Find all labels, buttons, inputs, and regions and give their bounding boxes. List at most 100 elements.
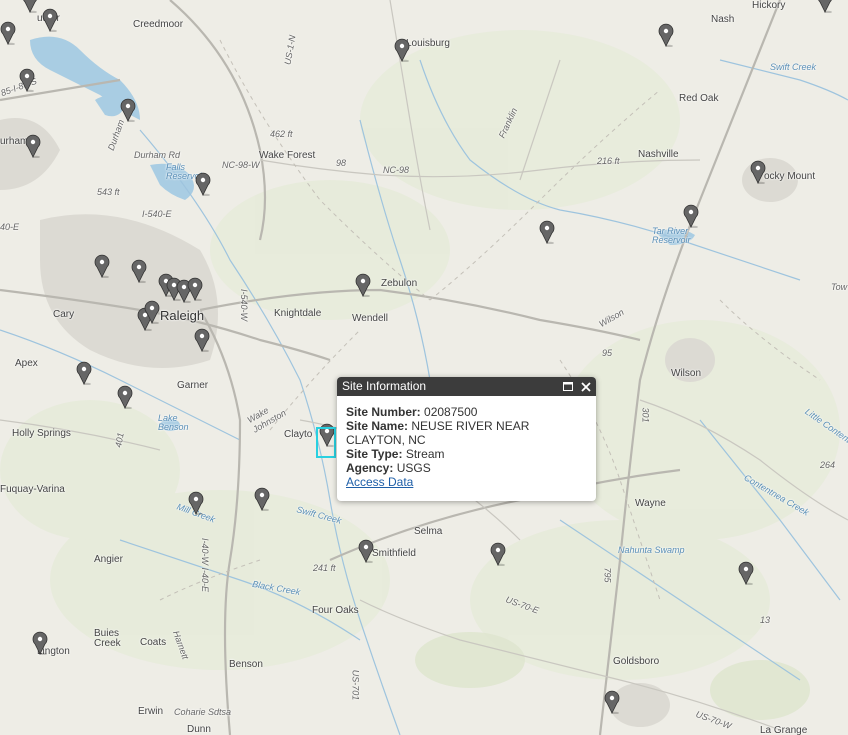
road-nc98: NC-98 (383, 165, 410, 175)
road-13: 13 (760, 615, 771, 625)
road-301: 301 (640, 407, 651, 423)
place-holly-springs: Holly Springs (12, 428, 71, 439)
elev-241: 241 ft (313, 563, 336, 573)
place-four-oaks: Four Oaks (312, 605, 359, 616)
road-40e: 40-E (0, 222, 20, 232)
field-label: Site Type: (346, 447, 403, 461)
field-agency: Agency: USGS (346, 461, 587, 475)
road-nc98w: NC-98-W (222, 160, 260, 170)
road-264: 264 (820, 460, 836, 470)
place-garner: Garner (177, 380, 209, 391)
site-marker-icon[interactable] (187, 277, 203, 301)
site-marker-icon[interactable] (604, 690, 620, 714)
field-value: USGS (396, 461, 431, 475)
site-marker-icon[interactable] (188, 491, 204, 515)
road-durham-rd: Durham Rd (134, 150, 181, 160)
popup-title: Site Information (342, 379, 427, 393)
place-wilson: Wilson (671, 368, 702, 379)
label-tow: Tow (831, 282, 848, 292)
site-marker-icon[interactable] (19, 68, 35, 92)
elev-462: 462 ft (270, 129, 293, 139)
site-marker-icon[interactable] (0, 21, 16, 45)
place-creedmoor: Creedmoor (133, 19, 184, 30)
place-apex: Apex (15, 358, 38, 369)
site-marker-icon[interactable] (120, 98, 136, 122)
place-nash: Nash (711, 14, 735, 25)
place-hickory: Hickory (752, 0, 786, 11)
place-fuquay-varina: Fuquay-Varina (0, 484, 65, 495)
site-marker-icon[interactable] (394, 38, 410, 62)
popup-header: Site Information (337, 377, 596, 396)
place-cary: Cary (53, 309, 75, 320)
elev-216: 216 ft (597, 156, 620, 166)
place-wendell: Wendell (352, 313, 388, 324)
site-marker-icon[interactable] (817, 0, 833, 13)
place-angier: Angier (94, 554, 123, 565)
site-info-popup: Site Information Site Number: 02087500 S… (337, 377, 596, 501)
field-label: Site Name: (346, 419, 409, 433)
place-louisburg: Louisburg (406, 38, 450, 49)
site-marker-icon[interactable] (76, 361, 92, 385)
place-la-grange: La Grange (760, 725, 808, 735)
maximize-icon[interactable] (562, 377, 574, 396)
place-clayton: Clayto (284, 429, 313, 440)
place-rocky-mount: ocky Mount (764, 171, 816, 182)
site-marker-icon[interactable] (750, 160, 766, 184)
road-us701: US-701 (350, 669, 361, 701)
place-buies-creek: Buies Creek (94, 628, 121, 649)
site-marker-icon[interactable] (131, 259, 147, 283)
site-marker-icon[interactable] (32, 631, 48, 655)
place-selma: Selma (414, 526, 443, 537)
site-marker-icon[interactable] (490, 542, 506, 566)
site-marker-icon[interactable] (195, 172, 211, 196)
site-marker-icon[interactable] (144, 300, 160, 324)
map-view[interactable]: utner Creedmoor Louisburg Hickory Nash R… (0, 0, 848, 735)
place-nashville: Nashville (638, 149, 679, 160)
site-marker-icon[interactable] (25, 134, 41, 158)
site-marker-icon[interactable] (539, 220, 555, 244)
field-label: Agency: (346, 461, 394, 475)
site-marker-icon[interactable] (358, 539, 374, 563)
road-i540w: I-540-W (239, 288, 250, 322)
road-i540e: I-540-E (142, 209, 172, 219)
place-coharie: Coharie Sdtsa (174, 707, 232, 717)
field-value: Stream (405, 447, 445, 461)
road-795: 795 (602, 567, 613, 583)
place-erwin: Erwin (138, 706, 164, 717)
access-data-link[interactable]: Access Data (346, 475, 413, 489)
water-swift-creek-ne: Swift Creek (770, 62, 817, 72)
field-label: Site Number: (346, 405, 421, 419)
road-98: 98 (336, 158, 347, 168)
place-smithfield: Smithfield (372, 548, 416, 559)
field-site-name: Site Name: NEUSE RIVER NEAR CLAYTON, NC (346, 419, 587, 447)
place-goldsboro: Goldsboro (613, 656, 660, 667)
place-red-oak: Red Oak (679, 93, 719, 104)
place-wake-forest: Wake Forest (259, 150, 316, 161)
road-95: 95 (602, 348, 613, 358)
water-tar-river: Tar River Reservoir (652, 226, 691, 245)
site-marker-icon[interactable] (738, 561, 754, 585)
field-value: 02087500 (424, 405, 478, 419)
place-benson: Benson (229, 659, 263, 670)
site-marker-icon[interactable] (658, 23, 674, 47)
place-zebulon: Zebulon (381, 278, 418, 289)
place-raleigh: Raleigh (160, 308, 205, 323)
elev-543: 543 ft (97, 187, 120, 197)
water-nahunta-swamp: Nahunta Swamp (618, 545, 685, 555)
site-marker-icon[interactable] (94, 254, 110, 278)
popup-body: Site Number: 02087500 Site Name: NEUSE R… (337, 396, 596, 489)
site-marker-icon[interactable] (22, 0, 38, 13)
place-coats: Coats (140, 637, 167, 648)
site-marker-icon[interactable] (355, 273, 371, 297)
site-marker-icon[interactable] (683, 204, 699, 228)
close-icon[interactable] (580, 377, 592, 396)
site-marker-icon[interactable] (254, 487, 270, 511)
water-lake-benson: Lake Benson (158, 413, 189, 432)
place-dunn: Dunn (187, 724, 211, 735)
site-marker-icon[interactable] (194, 328, 210, 352)
road-i40: I-40-W I-40-E (200, 537, 211, 593)
place-knightdale: Knightdale (274, 308, 322, 319)
place-wayne: Wayne (635, 498, 666, 509)
site-marker-icon[interactable] (42, 8, 58, 32)
site-marker-icon[interactable] (117, 385, 133, 409)
